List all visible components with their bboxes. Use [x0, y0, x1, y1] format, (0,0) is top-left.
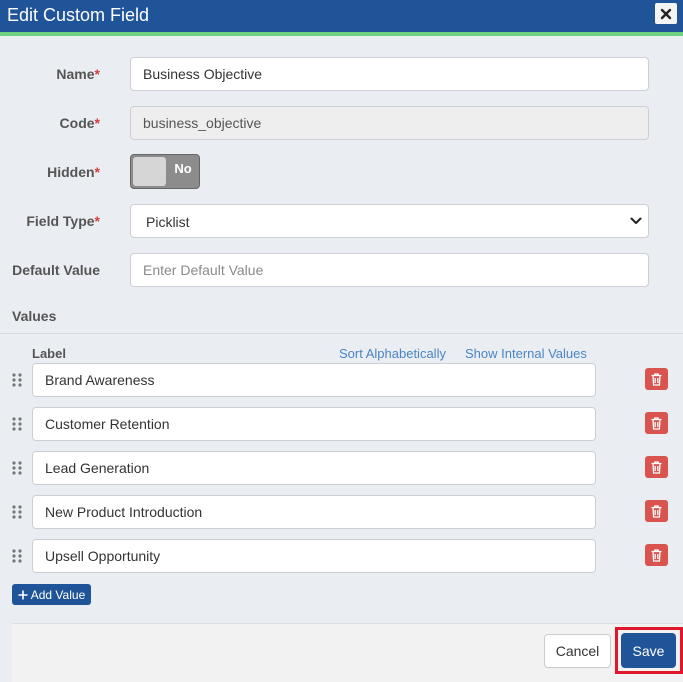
delete-value-button[interactable]	[645, 412, 668, 434]
value-row: Customer Retention	[0, 407, 683, 441]
save-button[interactable]: Save	[621, 633, 676, 668]
close-icon	[660, 8, 672, 19]
label-column-header: Label	[32, 346, 66, 361]
dialog-header: Edit Custom Field	[0, 0, 683, 32]
drag-handle-icon[interactable]	[11, 416, 23, 432]
close-button[interactable]	[655, 3, 677, 24]
section-divider	[0, 333, 683, 334]
trash-icon	[651, 548, 662, 562]
drag-handle-icon[interactable]	[11, 460, 23, 476]
value-row: Brand Awareness	[0, 363, 683, 397]
delete-value-button[interactable]	[645, 500, 668, 522]
trash-icon	[651, 504, 662, 518]
show-internal-values-link[interactable]: Show Internal Values	[465, 346, 587, 361]
field-type-label: Field Type*	[26, 213, 100, 229]
delete-value-button[interactable]	[645, 544, 668, 566]
hidden-label: Hidden*	[47, 164, 100, 180]
default-value-input[interactable]	[130, 253, 649, 287]
field-type-value: Picklist	[146, 214, 190, 230]
field-type-select[interactable]: Picklist	[130, 204, 649, 238]
trash-icon	[651, 372, 662, 386]
trash-icon	[651, 460, 662, 474]
chevron-down-icon	[630, 217, 642, 224]
values-section-title: Values	[12, 308, 57, 324]
delete-value-button[interactable]	[645, 456, 668, 478]
value-label-input[interactable]: Customer Retention	[32, 407, 596, 441]
cancel-button[interactable]: Cancel	[544, 634, 611, 668]
value-label-input[interactable]: New Product Introduction	[32, 495, 596, 529]
hidden-toggle[interactable]: No	[130, 154, 200, 189]
toggle-state-label: No	[174, 161, 192, 176]
value-label-input[interactable]: Upsell Opportunity	[32, 539, 596, 573]
add-value-label: Add Value	[30, 587, 86, 602]
plus-icon	[18, 590, 28, 599]
value-label-input[interactable]: Brand Awareness	[32, 363, 596, 397]
default-value-label: Default Value	[12, 262, 100, 278]
name-input[interactable]	[130, 57, 649, 91]
value-row: New Product Introduction	[0, 495, 683, 529]
name-label: Name*	[56, 66, 100, 82]
dialog-title: Edit Custom Field	[7, 5, 150, 25]
header-accent-bar	[0, 32, 683, 36]
value-label-input[interactable]: Lead Generation	[32, 451, 596, 485]
code-label: Code*	[59, 115, 100, 131]
drag-handle-icon[interactable]	[11, 504, 23, 520]
drag-handle-icon[interactable]	[11, 372, 23, 388]
sort-alphabetically-link[interactable]: Sort Alphabetically	[339, 346, 446, 361]
value-row: Upsell Opportunity	[0, 539, 683, 573]
value-row: Lead Generation	[0, 451, 683, 485]
trash-icon	[651, 416, 662, 430]
code-input	[130, 106, 649, 140]
delete-value-button[interactable]	[645, 368, 668, 390]
drag-handle-icon[interactable]	[11, 548, 23, 564]
toggle-knob	[133, 157, 166, 186]
add-value-button[interactable]: Add Value	[12, 584, 91, 605]
